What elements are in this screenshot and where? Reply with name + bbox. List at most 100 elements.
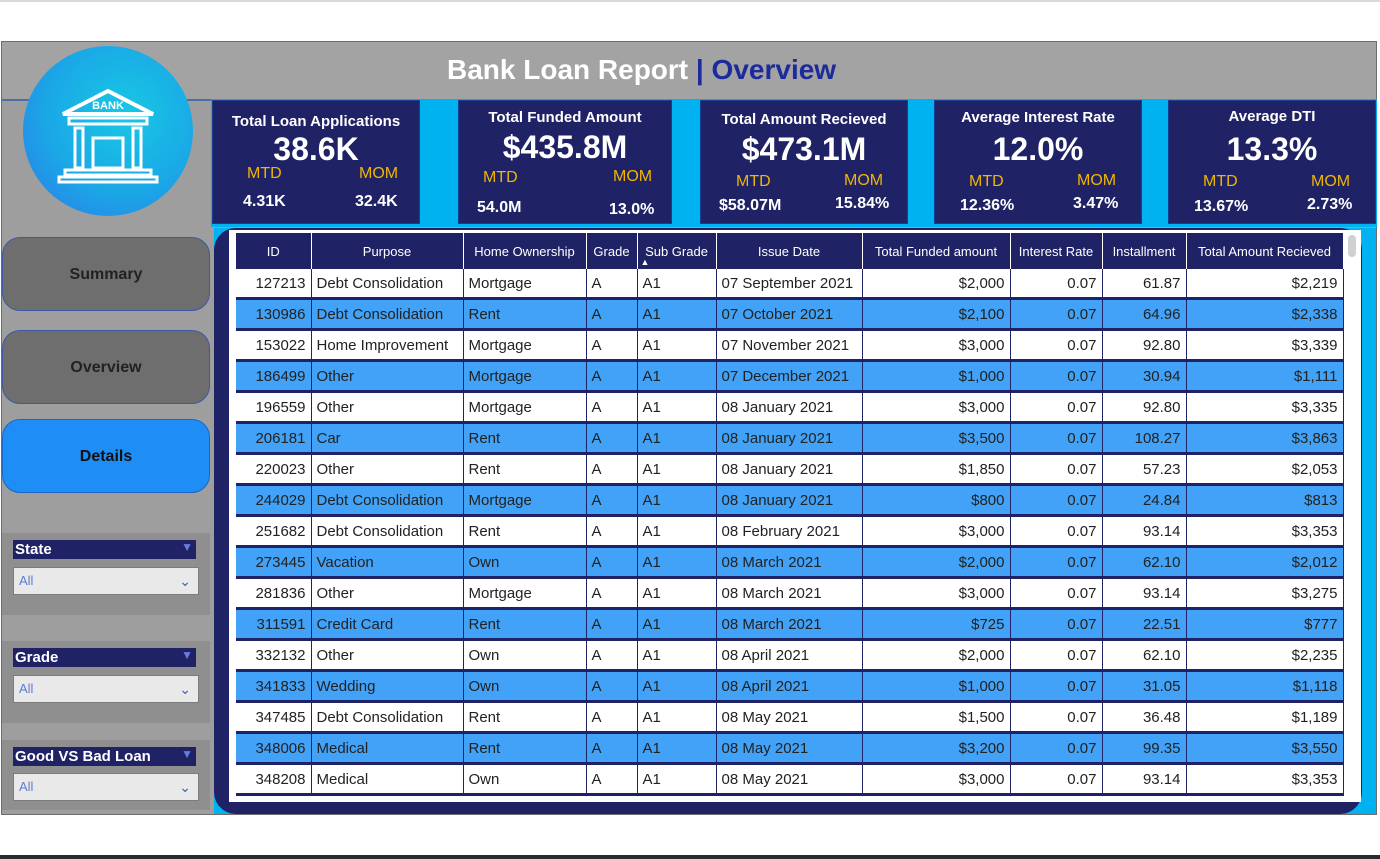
- chevron-down-icon[interactable]: ⌄: [179, 676, 191, 702]
- table-cell: 92.80: [1102, 329, 1187, 362]
- table-cell: 92.80: [1102, 391, 1187, 424]
- column-header-label: Total Amount Recieved: [1198, 243, 1331, 259]
- kpi-mom-label: MOM: [1077, 172, 1117, 189]
- column-header[interactable]: Purpose: [311, 233, 464, 269]
- column-header-label: ID: [266, 243, 280, 259]
- table-row[interactable]: 244029 Debt Consolidation Mortgage A A1 08 Ja…: [236, 484, 1344, 517]
- table-row[interactable]: 341833 Wedding Own A A1 08 April 2021 $1,000 0.…: [236, 670, 1344, 703]
- table-cell: $1,500: [862, 701, 1011, 734]
- nav-summary-button[interactable]: Summary: [2, 237, 210, 311]
- state-dropdown[interactable]: All ⌄: [13, 567, 199, 595]
- table-cell: A1: [637, 484, 717, 517]
- table-cell: Credit Card: [311, 608, 464, 641]
- table-row[interactable]: 130986 Debt Consolidation Rent A A1 07 Octobe…: [236, 298, 1344, 331]
- table-row[interactable]: 196559 Other Mortgage A A1 08 January 2021 $3,…: [236, 391, 1344, 424]
- table-cell: 08 May 2021: [716, 763, 863, 796]
- kpi-mom-value: 2.73%: [1307, 196, 1353, 213]
- table-cell: Rent: [463, 422, 587, 455]
- table-row[interactable]: 347485 Debt Consolidation Rent A A1 08 May 20…: [236, 701, 1344, 734]
- table-row[interactable]: 281836 Other Mortgage A A1 08 March 2021 $3,00…: [236, 577, 1344, 610]
- collapse-icon[interactable]: ▼: [181, 538, 193, 557]
- table-cell: 220023: [236, 453, 312, 486]
- bank-logo: BANK: [23, 46, 193, 216]
- column-header[interactable]: Home Ownership: [463, 233, 587, 269]
- table-cell: A1: [637, 732, 717, 765]
- table-row[interactable]: 220023 Other Rent A A1 08 January 2021 $1,850 0…: [236, 453, 1344, 486]
- table-cell: 127213: [236, 269, 312, 300]
- table-cell: A: [586, 422, 638, 455]
- column-header-label: Interest Rate: [1018, 243, 1094, 259]
- collapse-icon[interactable]: ▼: [181, 646, 193, 665]
- kpi-total-loan-applications: Total Loan Applications 38.6K MTD MOM 4.…: [212, 100, 420, 224]
- collapse-icon[interactable]: ▼: [181, 745, 193, 764]
- table-row[interactable]: 186499 Other Mortgage A A1 07 December 2021 $1…: [236, 360, 1344, 393]
- table-cell: Other: [311, 453, 464, 486]
- table-cell: A: [586, 453, 638, 486]
- column-header[interactable]: Grade: [586, 233, 638, 269]
- table-row[interactable]: 348006 Medical Rent A A1 08 May 2021 $3,200 0.0…: [236, 732, 1344, 765]
- table-cell: A: [586, 763, 638, 796]
- table-cell: Rent: [463, 298, 587, 331]
- kpi-mtd-value: $58.07M: [719, 197, 782, 214]
- table-cell: A1: [637, 422, 717, 455]
- chevron-down-icon[interactable]: ⌄: [179, 568, 191, 594]
- table-cell: 0.07: [1010, 763, 1103, 796]
- table-row[interactable]: 348208 Medical Own A A1 08 May 2021 $3,000 0.07…: [236, 763, 1344, 796]
- table-cell: Rent: [463, 732, 587, 765]
- table-cell: $2,219: [1186, 269, 1344, 300]
- table-row[interactable]: 127213 Debt Consolidation Mortgage A A1 07 Se…: [236, 269, 1344, 300]
- column-header[interactable]: Issue Date: [716, 233, 863, 269]
- table-cell: $3,550: [1186, 732, 1344, 765]
- nav-label: Details: [79, 448, 133, 465]
- kpi-mtd-value: 54.0M: [477, 199, 522, 216]
- table-cell: $3,275: [1186, 577, 1344, 610]
- grade-dropdown[interactable]: All ⌄: [13, 675, 199, 703]
- table-cell: Home Improvement: [311, 329, 464, 362]
- kpi-mtd-value: 4.31K: [243, 193, 286, 210]
- table-cell: $3,353: [1186, 763, 1344, 796]
- table-cell: 0.07: [1010, 546, 1103, 579]
- table-cell: $2,100: [862, 298, 1011, 331]
- table-cell: $2,338: [1186, 298, 1344, 331]
- nav-overview-button[interactable]: Overview: [2, 330, 210, 404]
- table-cell: Mortgage: [463, 329, 587, 362]
- table-row[interactable]: 332132 Other Own A A1 08 April 2021 $2,000 0.07…: [236, 639, 1344, 672]
- table-cell: $3,863: [1186, 422, 1344, 455]
- table-cell: $1,111: [1186, 360, 1344, 393]
- table-cell: 0.07: [1010, 329, 1103, 362]
- chevron-down-icon[interactable]: ⌄: [179, 774, 191, 800]
- kpi-total-funded-amount: Total Funded Amount $435.8M MTD MOM 54.0…: [458, 100, 672, 224]
- table-header-row: ID Purpose Home Ownership Grade Sub Grade ▲ Is…: [236, 233, 1344, 269]
- kpi-mtd-label: MTD: [483, 169, 518, 186]
- kpi-mtd-value: 12.36%: [960, 197, 1015, 214]
- nav-label: Summary: [69, 266, 143, 283]
- table-cell: A: [586, 670, 638, 703]
- table-row[interactable]: 311591 Credit Card Rent A A1 08 March 2021 $72…: [236, 608, 1344, 641]
- table-row[interactable]: 206181 Car Rent A A1 08 January 2021 $3,500 0.0…: [236, 422, 1344, 455]
- table-cell: 08 March 2021: [716, 577, 863, 610]
- nav-details-button[interactable]: Details: [2, 419, 210, 493]
- column-header[interactable]: Total Amount Recieved: [1186, 233, 1344, 269]
- table-row[interactable]: 153022 Home Improvement Mortgage A A1 07 Nove…: [236, 329, 1344, 362]
- column-header[interactable]: Interest Rate: [1010, 233, 1103, 269]
- table-cell: 348208: [236, 763, 312, 796]
- slicer-title-text: Grade: [15, 649, 59, 666]
- table-cell: Other: [311, 391, 464, 424]
- table-row[interactable]: 251682 Debt Consolidation Rent A A1 08 Februa…: [236, 515, 1344, 548]
- kpi-mtd-label: MTD: [247, 165, 282, 182]
- table-scrollbar[interactable]: [1348, 235, 1356, 257]
- column-header[interactable]: Total Funded amount: [862, 233, 1011, 269]
- table-cell: 341833: [236, 670, 312, 703]
- column-header[interactable]: Sub Grade ▲: [637, 233, 717, 269]
- column-header-label: Issue Date: [757, 243, 821, 259]
- good-bad-loan-dropdown[interactable]: All ⌄: [13, 773, 199, 801]
- table-cell: $2,000: [862, 269, 1011, 300]
- column-header[interactable]: ID: [236, 233, 312, 269]
- table-cell: 08 January 2021: [716, 422, 863, 455]
- table-cell: Wedding: [311, 670, 464, 703]
- column-header[interactable]: Installment: [1102, 233, 1187, 269]
- table-cell: Other: [311, 360, 464, 393]
- kpi-mom-value: 3.47%: [1073, 195, 1119, 212]
- table-cell: 0.07: [1010, 577, 1103, 610]
- table-row[interactable]: 273445 Vacation Own A A1 08 March 2021 $2,000 0…: [236, 546, 1344, 579]
